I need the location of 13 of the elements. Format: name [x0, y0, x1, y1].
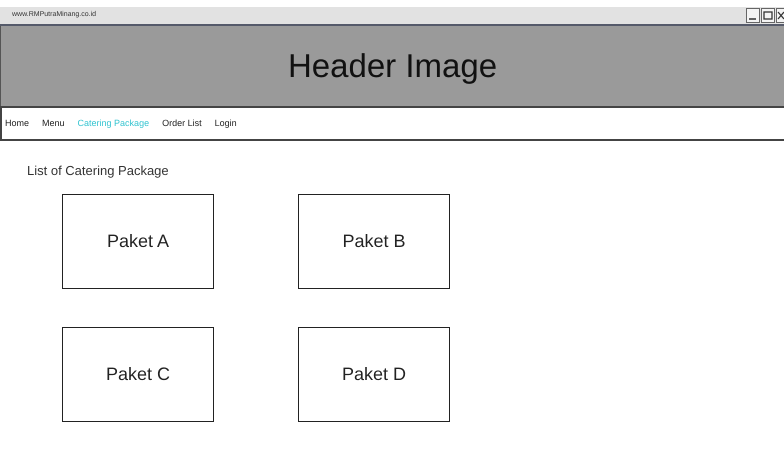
- minimize-icon[interactable]: [746, 8, 760, 23]
- nav-link[interactable]: Order List: [162, 116, 202, 130]
- maximize-icon[interactable]: [761, 8, 775, 23]
- header-text: Header Image: [288, 46, 498, 86]
- package-card[interactable]: Paket C: [62, 326, 214, 422]
- nav-link[interactable]: Login: [214, 116, 237, 130]
- close-icon[interactable]: [776, 8, 784, 23]
- package-card[interactable]: Paket D: [298, 326, 450, 422]
- package-card[interactable]: Paket A: [62, 194, 214, 288]
- nav-link[interactable]: Home: [5, 116, 30, 130]
- section-title: List of Catering Package: [27, 162, 170, 180]
- package-card[interactable]: Paket B: [298, 194, 450, 288]
- nav-link[interactable]: Menu: [42, 116, 65, 130]
